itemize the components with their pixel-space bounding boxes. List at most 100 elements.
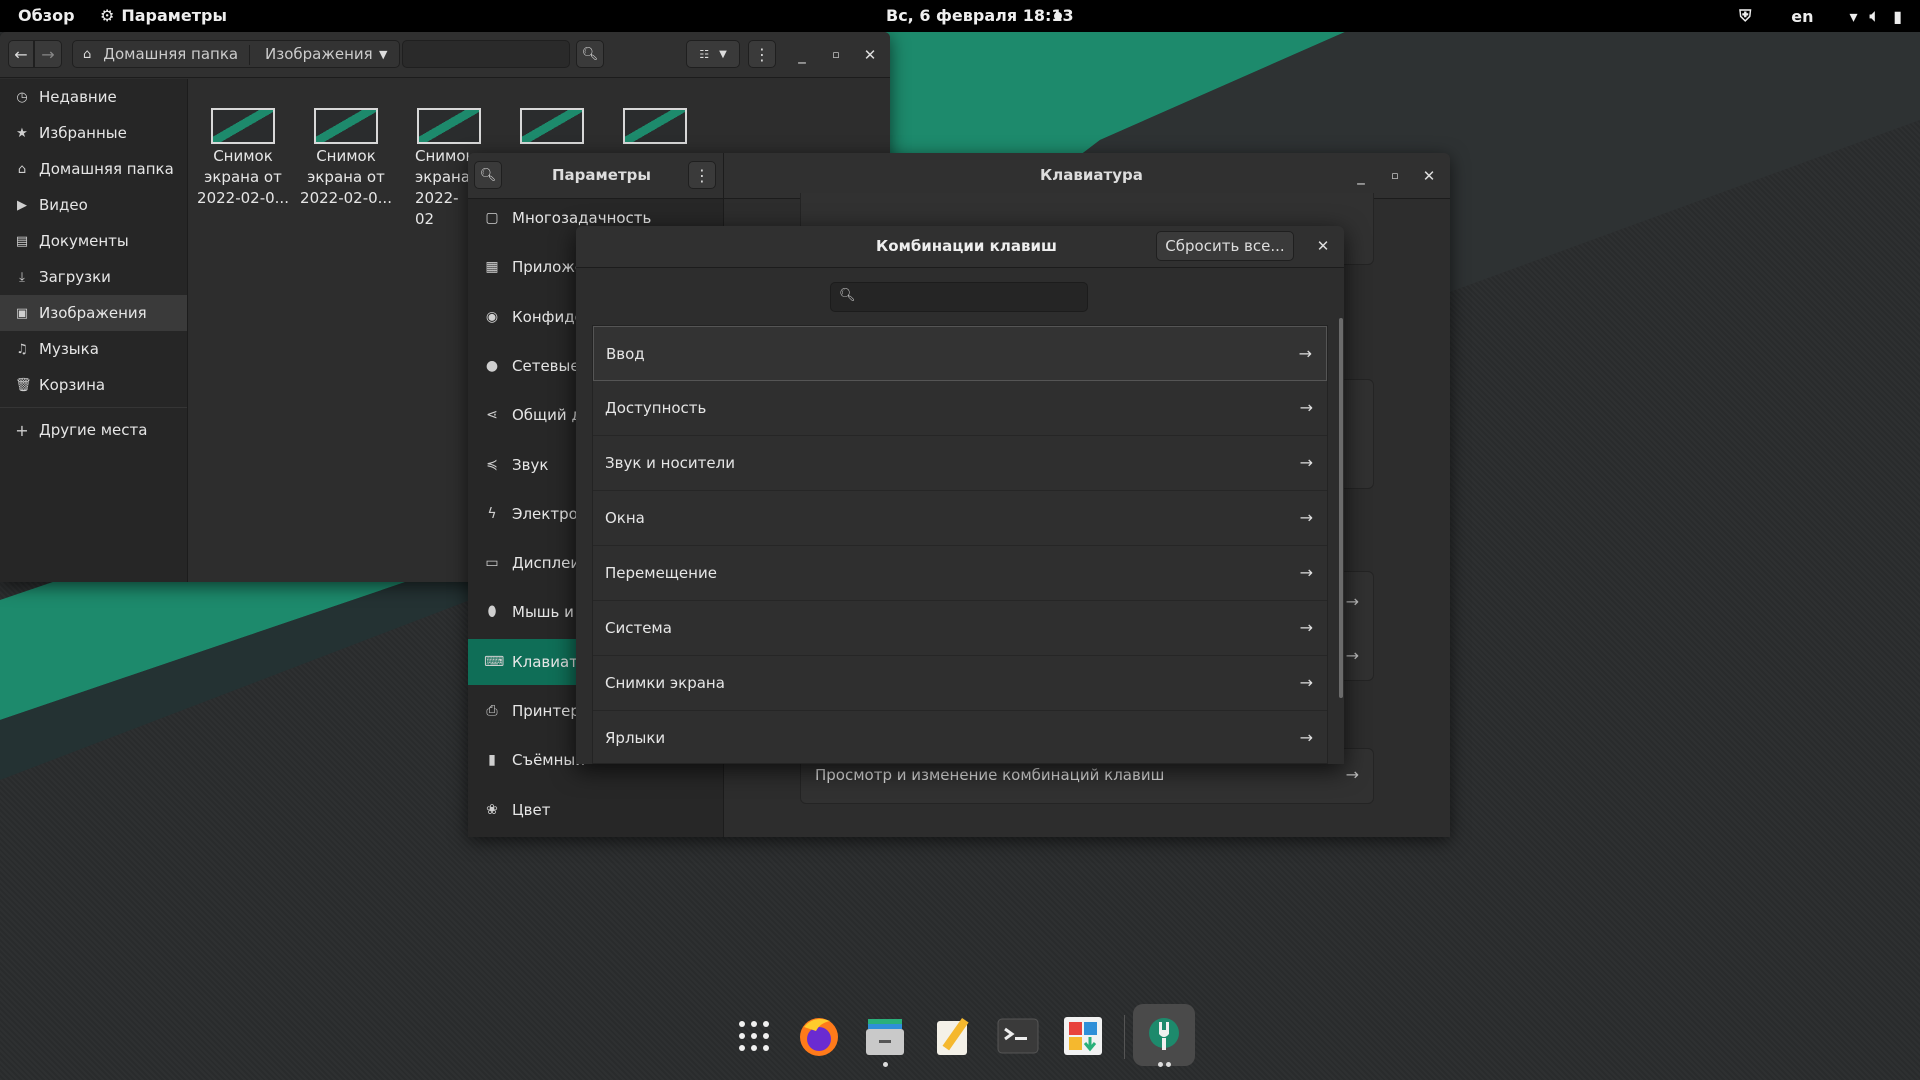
category-label: Система (605, 619, 672, 637)
text-editor-icon (937, 1017, 969, 1055)
sidebar-item-label: Избранные (39, 124, 127, 142)
sound-icon: ≼ (486, 457, 498, 473)
search-button[interactable]: 🔍︎ (474, 161, 502, 189)
category-row-system[interactable]: Система → (593, 601, 1327, 656)
app-grid-button[interactable] (726, 1008, 782, 1064)
arrow-left-icon: ← (14, 44, 28, 64)
arrow-right-icon: → (41, 44, 55, 64)
category-row-accessibility[interactable]: Доступность → (593, 381, 1327, 436)
sidebar-item-label: Домашняя папка (39, 160, 174, 178)
terminal-launcher[interactable] (990, 1008, 1046, 1064)
reset-all-button[interactable]: Сбросить все... (1156, 231, 1294, 261)
search-icon: 🔍︎ (479, 167, 497, 183)
home-icon: ⌂ (17, 161, 27, 177)
dock-separator (1124, 1015, 1125, 1059)
breadcrumb-images[interactable]: Изображения (265, 45, 373, 63)
category-label: Снимки экрана (605, 674, 725, 692)
files-headerbar: ← → ⌂ Домашняя папка Изображения ▼ 🔍︎ ☷ ▼… (0, 32, 890, 78)
sidebar-item-recent[interactable]: ◷ Недавние (0, 79, 187, 115)
close-icon[interactable]: ✕ (861, 46, 879, 64)
sidebar-item-trash[interactable]: 🗑︎ Корзина (0, 367, 187, 403)
language-indicator[interactable]: en (1791, 7, 1813, 26)
view-toggle-button[interactable]: ☷ ▼ (686, 40, 740, 68)
battery-icon: ▮ (1893, 6, 1902, 26)
sidebar-item-documents[interactable]: ▤ Документы (0, 223, 187, 259)
sidebar-item-label: Корзина (39, 376, 106, 394)
sidebar-item-video[interactable]: ▶ Видео (0, 187, 187, 223)
category-row-sound-media[interactable]: Звук и носители → (593, 436, 1327, 491)
sidebar-item-music[interactable]: ♫ Музыка (0, 331, 187, 367)
category-row-input[interactable]: Ввод → (593, 326, 1327, 381)
close-icon[interactable]: ✕ (1314, 237, 1332, 255)
terminal-icon (997, 1018, 1039, 1054)
file-thumbnail[interactable] (520, 108, 584, 144)
arrow-right-icon: → (1345, 592, 1359, 611)
menu-button[interactable]: ⋮ (688, 161, 716, 189)
power-icon: ϟ (487, 506, 497, 522)
file-label[interactable]: Снимок экрана 2022-02 (399, 146, 469, 230)
category-label: Доступность (605, 399, 707, 417)
sidebar-item-home[interactable]: ⌂ Домашняя папка (0, 151, 187, 187)
arrow-right-icon: → (1298, 344, 1312, 363)
mouse-icon: ⬮ (487, 604, 497, 620)
category-row-launchers[interactable]: Ярлыки → (593, 711, 1327, 764)
sidebar-item-other-places[interactable]: + Другие места (0, 412, 187, 448)
category-row-screenshots[interactable]: Снимки экрана → (593, 656, 1327, 711)
sidebar-item-label: Дисплеи (512, 554, 581, 572)
search-input[interactable]: 🔍︎ (830, 282, 1088, 312)
settings-launcher[interactable] (1133, 1004, 1195, 1066)
sidebar-item-images[interactable]: ▣ Изображения (0, 295, 187, 331)
app-menu-label: Параметры (121, 6, 227, 25)
minimize-icon[interactable]: _ (1352, 167, 1370, 185)
app-menu[interactable]: ⚙ Параметры (100, 6, 227, 25)
files-launcher[interactable] (857, 1008, 913, 1064)
maximize-icon[interactable]: ▫ (827, 46, 845, 64)
clock[interactable]: Вс, 6 февраля 18:13 (886, 6, 1074, 25)
file-label[interactable]: Снимок экрана от 2022-02-0... (296, 146, 396, 209)
file-thumbnail[interactable] (417, 108, 481, 144)
location-field[interactable] (402, 40, 570, 68)
panel-title: Клавиатура (1040, 166, 1143, 184)
sidebar-item-label: Мышь и (512, 603, 574, 621)
system-tray[interactable]: ⛨ en ▾ 🔈︎ ▮ (1739, 6, 1902, 26)
forward-button[interactable]: → (34, 40, 62, 68)
software-launcher[interactable] (1055, 1008, 1111, 1064)
sidebar-item-color[interactable]: ❀ Цвет (468, 787, 724, 833)
firefox-launcher[interactable] (791, 1008, 847, 1064)
category-label: Ввод (606, 344, 645, 363)
file-thumbnail[interactable] (314, 108, 378, 144)
menu-button[interactable]: ⋮ (748, 40, 776, 68)
file-label[interactable]: Снимок экрана от 2022-02-0... (193, 146, 293, 209)
apps-icon: ▦ (485, 259, 499, 275)
dialog-headerbar: Комбинации клавиш Сбросить все... ✕ (576, 226, 1344, 268)
back-button[interactable]: ← (8, 40, 34, 68)
category-row-windows[interactable]: Окна → (593, 491, 1327, 546)
multitasking-icon: ▢ (485, 210, 499, 226)
sidebar-item-downloads[interactable]: ⤓ Загрузки (0, 259, 187, 295)
close-icon[interactable]: ✕ (1420, 167, 1438, 185)
usb-icon: ▮ (488, 752, 496, 768)
sidebar-item-starred[interactable]: ★ Избранные (0, 115, 187, 151)
sidebar-item-label: Музыка (39, 340, 99, 358)
share-icon: ⋖ (486, 407, 498, 423)
chevron-down-icon[interactable]: ▼ (379, 48, 387, 61)
search-button[interactable]: 🔍︎ (576, 40, 604, 68)
sidebar-item-label: Принтер (512, 702, 580, 720)
display-icon: ▭ (485, 555, 499, 571)
online-accounts-icon: ● (485, 358, 499, 374)
scrollbar[interactable] (1339, 318, 1343, 698)
settings-icon (1149, 1018, 1179, 1050)
category-row-navigation[interactable]: Перемещение → (593, 546, 1327, 601)
search-icon: 🔍︎ (839, 288, 856, 303)
maximize-icon[interactable]: ▫ (1386, 167, 1404, 185)
trash-icon: 🗑︎ (15, 377, 32, 393)
shortcuts-dialog: Комбинации клавиш Сбросить все... ✕ 🔍︎ В… (576, 226, 1344, 764)
file-thumbnail[interactable] (623, 108, 687, 144)
file-thumbnail[interactable] (211, 108, 275, 144)
category-label: Ярлыки (605, 729, 666, 747)
sidebar-item-label: Документы (39, 232, 129, 250)
breadcrumb-home[interactable]: Домашняя папка (103, 45, 238, 63)
minimize-icon[interactable]: _ (793, 46, 811, 64)
text-editor-launcher[interactable] (926, 1008, 982, 1064)
activities-button[interactable]: Обзор (18, 6, 75, 25)
